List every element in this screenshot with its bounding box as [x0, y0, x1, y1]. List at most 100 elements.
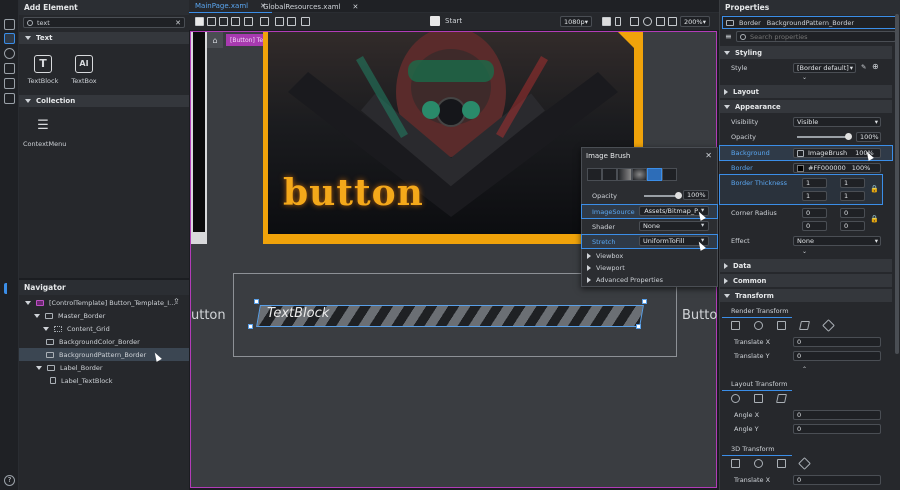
nav-item[interactable]: Master_Border: [19, 309, 189, 322]
zoom-dropdown[interactable]: 200% ▾: [680, 16, 710, 27]
direct-select-icon[interactable]: [207, 17, 216, 26]
lock-icon[interactable]: 🔒: [870, 215, 879, 223]
section-collection[interactable]: Collection: [19, 95, 189, 107]
media-icon[interactable]: [4, 63, 15, 74]
nav-item[interactable]: Label_Border: [19, 361, 189, 374]
resize-handle[interactable]: [642, 299, 647, 304]
rotate-icon[interactable]: [754, 321, 763, 330]
lock-icon[interactable]: 🔒: [870, 185, 879, 193]
fit-icon[interactable]: [656, 17, 665, 26]
resize-handle[interactable]: [636, 324, 641, 329]
pan-icon[interactable]: [630, 17, 639, 26]
select-tool-icon[interactable]: [195, 17, 204, 26]
resize-handle[interactable]: [254, 299, 259, 304]
opacity-slider-thumb[interactable]: [675, 192, 682, 199]
zoom-icon[interactable]: [643, 17, 652, 26]
angle-y-field[interactable]: 0: [793, 424, 881, 434]
nav-item[interactable]: BackgroundColor_Border: [19, 335, 189, 348]
translate-y-field[interactable]: 0: [793, 351, 881, 361]
move-icon[interactable]: [231, 17, 240, 26]
add-element-icon[interactable]: [4, 33, 15, 44]
corner-top-right[interactable]: 0: [840, 208, 865, 218]
actual-size-icon[interactable]: [668, 17, 677, 26]
style-dropdown[interactable]: [Border default] ▾: [793, 63, 856, 73]
linear-gradient-icon[interactable]: [617, 167, 632, 181]
thickness-right[interactable]: 1: [802, 191, 827, 201]
solid-brush-icon[interactable]: [602, 167, 617, 181]
no-brush-icon[interactable]: [587, 167, 602, 181]
section-styling[interactable]: Styling: [720, 46, 892, 59]
tab-globalresources[interactable]: GlobalResources.xaml ✕: [257, 0, 364, 13]
thickness-bottom[interactable]: 1: [840, 191, 865, 201]
align-icon[interactable]: [287, 17, 296, 26]
opacity-slider-thumb[interactable]: [845, 133, 852, 140]
section-data[interactable]: Data: [720, 259, 892, 272]
corner-top-left[interactable]: 0: [802, 208, 827, 218]
translate-icon[interactable]: [731, 459, 740, 468]
element-textbox[interactable]: AI TextBox: [64, 55, 104, 85]
help-icon[interactable]: ?: [4, 475, 15, 486]
home-icon[interactable]: ⌂: [207, 32, 223, 48]
collapse-chevron-icon[interactable]: ⌃: [802, 366, 807, 373]
scale-icon[interactable]: [244, 17, 253, 26]
translate-icon[interactable]: [731, 321, 740, 330]
nav-item[interactable]: Label_TextBlock: [19, 374, 189, 387]
clear-icon[interactable]: ✕: [175, 19, 181, 27]
skew-icon[interactable]: [799, 321, 810, 330]
effect-dropdown[interactable]: None ▾: [793, 236, 881, 246]
rotate-icon[interactable]: [754, 459, 763, 468]
thickness-top[interactable]: 1: [840, 178, 865, 188]
opacity-slider[interactable]: [797, 136, 849, 138]
center-point-icon[interactable]: [822, 319, 835, 332]
skew-icon[interactable]: [776, 394, 787, 403]
expand-chevron-icon[interactable]: ⌄: [802, 248, 807, 255]
resize-handle[interactable]: [248, 324, 253, 329]
scrollbar-thumb[interactable]: [895, 14, 899, 354]
start-button[interactable]: Start: [430, 16, 462, 26]
element-name-field[interactable]: Border BackgroundPattern_Border: [722, 16, 896, 29]
property-search-input[interactable]: [750, 32, 870, 41]
grid-toggle-icon[interactable]: [260, 17, 269, 26]
expander-advanced[interactable]: Advanced Properties: [582, 273, 717, 286]
translate-x-field[interactable]: 0: [793, 475, 881, 485]
folder-icon[interactable]: [4, 78, 15, 89]
section-text[interactable]: Text: [19, 32, 189, 44]
resolution-dropdown[interactable]: 1080p ▾: [560, 16, 592, 27]
palette-icon[interactable]: [4, 48, 15, 59]
opacity-field[interactable]: 100%: [856, 132, 881, 142]
nav-item[interactable]: Content_Grid: [19, 322, 189, 335]
edit-icon[interactable]: ✎: [861, 63, 866, 71]
center-point-icon[interactable]: [798, 457, 811, 470]
scale-icon[interactable]: [777, 321, 786, 330]
radial-gradient-icon[interactable]: [632, 167, 647, 181]
snap-icon[interactable]: [275, 17, 284, 26]
corner-bottom-right[interactable]: 0: [840, 221, 865, 231]
element-contextmenu[interactable]: ☰ ContextMenu: [23, 118, 66, 148]
image-brush-icon[interactable]: [647, 167, 662, 181]
property-search[interactable]: [736, 31, 896, 42]
distribute-icon[interactable]: [301, 17, 310, 26]
add-circle-icon[interactable]: ⊕: [872, 62, 879, 71]
opacity-slider[interactable]: [644, 195, 679, 197]
corner-bottom-left[interactable]: 0: [802, 221, 827, 231]
rotate-icon[interactable]: [731, 394, 740, 403]
nav-item[interactable]: [ControlTemplate] Button_Template_I...: [19, 296, 189, 309]
section-appearance[interactable]: Appearance: [720, 100, 892, 113]
scale-icon[interactable]: [754, 394, 763, 403]
filter-icon[interactable]: ≡: [725, 32, 732, 41]
shader-dropdown[interactable]: None: [639, 221, 709, 231]
element-search[interactable]: text ✕: [23, 17, 185, 28]
pages-icon[interactable]: [4, 19, 15, 30]
text-brush-icon[interactable]: [662, 167, 677, 181]
nav-item-selected[interactable]: BackgroundPattern_Border: [19, 348, 189, 362]
storage-icon[interactable]: [4, 93, 15, 104]
search-input[interactable]: text: [37, 19, 50, 27]
section-common[interactable]: Common: [720, 274, 892, 287]
border-field[interactable]: #FF000000 100%: [793, 163, 881, 173]
navigator-icon[interactable]: [4, 283, 15, 294]
section-layout[interactable]: Layout: [720, 85, 892, 98]
translate-x-field[interactable]: 0: [793, 337, 881, 347]
opacity-field[interactable]: 100%: [683, 190, 709, 200]
rotate-icon[interactable]: [219, 17, 228, 26]
phone-icon[interactable]: [615, 17, 621, 26]
